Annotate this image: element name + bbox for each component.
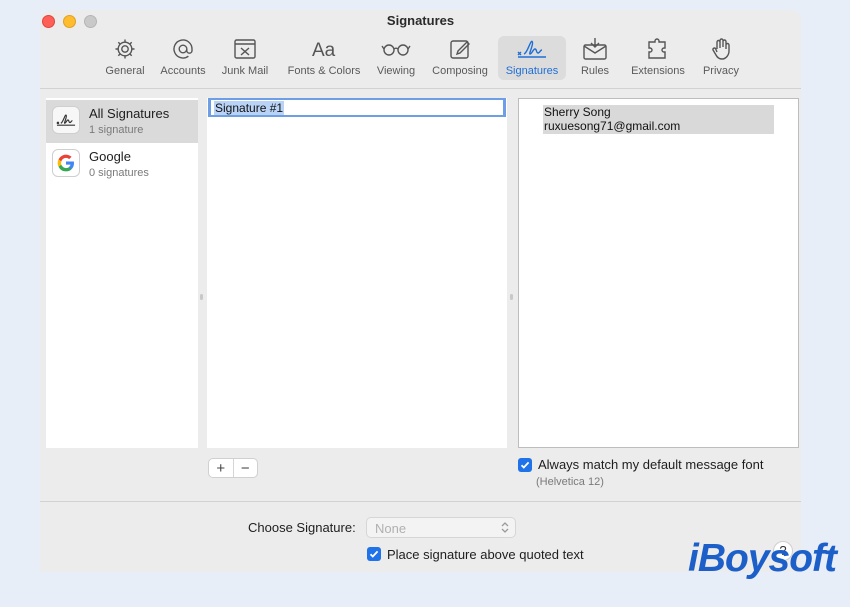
tab-label: Accounts bbox=[160, 65, 206, 77]
signature-icon bbox=[52, 106, 80, 134]
bottom-divider bbox=[40, 501, 801, 502]
tab-accounts[interactable]: Accounts bbox=[155, 36, 211, 80]
signature-text-line: ruxuesong71@gmail.com bbox=[544, 119, 681, 133]
place-above-checkbox[interactable] bbox=[367, 547, 381, 561]
hand-icon bbox=[709, 36, 733, 62]
window-title: Signatures bbox=[386, 13, 455, 28]
tab-extensions[interactable]: Extensions bbox=[625, 36, 691, 80]
tab-viewing[interactable]: Viewing bbox=[371, 36, 421, 80]
google-icon bbox=[52, 149, 80, 177]
remove-signature-button[interactable]: − bbox=[234, 459, 258, 477]
pane-splitter-handle[interactable] bbox=[200, 294, 203, 300]
chevron-updown-icon bbox=[501, 522, 509, 533]
checkmark-icon bbox=[369, 550, 379, 558]
tab-privacy[interactable]: Privacy bbox=[698, 36, 744, 80]
tab-label: Junk Mail bbox=[221, 65, 269, 77]
tab-signatures[interactable]: Signatures bbox=[498, 36, 566, 80]
signatures-list: Signature #1 bbox=[207, 98, 507, 448]
puzzle-icon bbox=[645, 36, 671, 62]
tab-label: Signatures bbox=[505, 65, 559, 77]
tab-label: General bbox=[105, 65, 145, 77]
account-name: All Signatures bbox=[89, 106, 170, 121]
title-bar: Signatures bbox=[40, 10, 801, 34]
choose-signature-value: None bbox=[375, 521, 407, 536]
font-aa-icon: Aa bbox=[310, 36, 338, 62]
choose-signature-select[interactable]: None bbox=[366, 517, 516, 538]
match-font-label: Always match my default message font bbox=[538, 457, 764, 472]
preferences-toolbar: General Accounts Junk Mail Aa Fonts & Co… bbox=[40, 34, 801, 88]
toolbar-divider bbox=[40, 88, 801, 89]
add-signature-button[interactable]: + bbox=[209, 459, 234, 477]
glasses-icon bbox=[380, 36, 412, 62]
rules-envelope-icon bbox=[582, 36, 608, 62]
signature-count: 0 signatures bbox=[89, 167, 149, 179]
tab-fonts-colors[interactable]: Aa Fonts & Colors bbox=[282, 36, 366, 80]
tab-label: Composing bbox=[432, 65, 488, 77]
checkmark-icon bbox=[520, 461, 530, 469]
font-hint: (Helvetica 12) bbox=[536, 476, 604, 488]
signature-name-input[interactable]: Signature #1 bbox=[214, 101, 285, 115]
match-font-checkbox[interactable] bbox=[518, 458, 532, 472]
svg-text:Aa: Aa bbox=[312, 40, 336, 61]
tab-label: Rules bbox=[580, 65, 610, 77]
tab-label: Privacy bbox=[702, 65, 740, 77]
account-name: Google bbox=[89, 149, 131, 164]
tab-rules[interactable]: Rules bbox=[574, 36, 616, 80]
signature-row[interactable]: Signature #1 bbox=[208, 98, 506, 117]
pane-splitter-handle[interactable] bbox=[510, 294, 513, 300]
gear-icon bbox=[113, 36, 137, 62]
tab-label: Viewing bbox=[376, 65, 416, 77]
signature-text-line: Sherry Song bbox=[544, 105, 611, 119]
accounts-list: All Signatures 1 signature Google 0 sign… bbox=[46, 98, 198, 448]
preferences-window: Signatures General Accounts Junk Mail Aa… bbox=[40, 10, 801, 572]
compose-icon bbox=[448, 36, 472, 62]
account-row-google[interactable]: Google 0 signatures bbox=[46, 143, 198, 186]
signature-count: 1 signature bbox=[89, 124, 144, 136]
signature-icon bbox=[515, 36, 549, 62]
tab-label: Fonts & Colors bbox=[287, 65, 361, 77]
tab-label: Extensions bbox=[631, 65, 685, 77]
tab-composing[interactable]: Composing bbox=[428, 36, 492, 80]
tab-junk-mail[interactable]: Junk Mail bbox=[217, 36, 273, 80]
iboysoft-watermark: iBoysoft bbox=[688, 537, 837, 580]
account-row-all-signatures[interactable]: All Signatures 1 signature bbox=[46, 100, 198, 143]
at-icon bbox=[171, 36, 195, 62]
choose-signature-label: Choose Signature: bbox=[248, 520, 356, 535]
junk-tray-icon bbox=[232, 36, 258, 62]
place-above-label: Place signature above quoted text bbox=[387, 547, 584, 562]
signature-editor[interactable]: Sherry Song ruxuesong71@gmail.com bbox=[518, 98, 799, 448]
add-remove-control: + − bbox=[208, 458, 258, 478]
tab-general[interactable]: General bbox=[99, 36, 151, 80]
